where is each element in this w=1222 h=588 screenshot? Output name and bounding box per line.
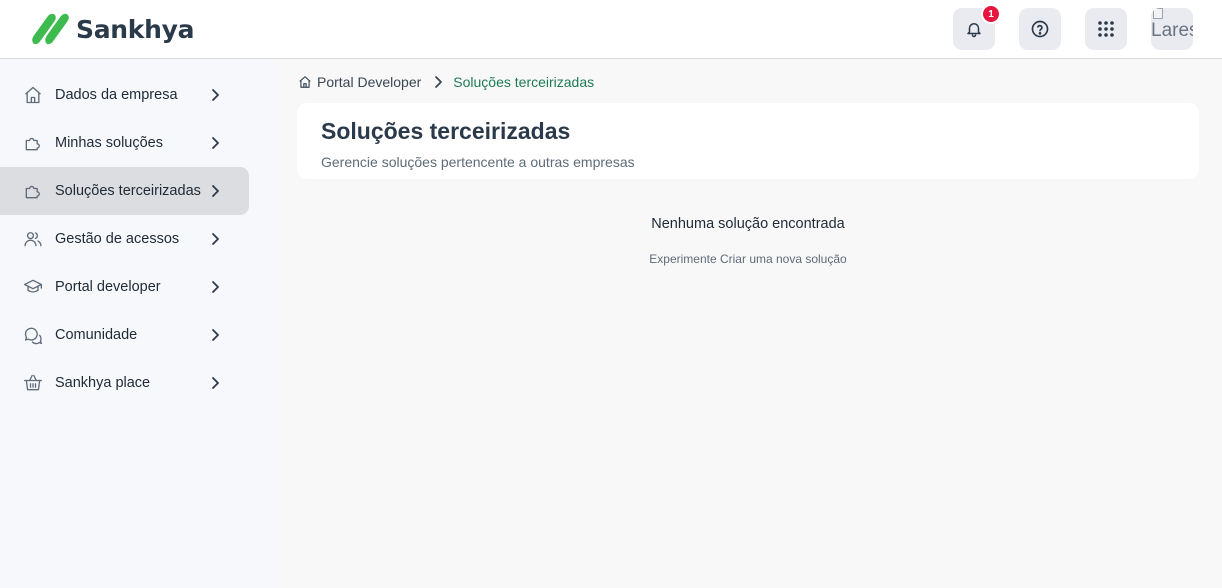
chevron-right-icon xyxy=(212,185,219,197)
bell-icon xyxy=(967,23,981,38)
sidebar-item-gestao-de-acessos[interactable]: Gestão de acessos xyxy=(0,215,249,263)
avatar-alt-text: Lares xyxy=(1151,20,1193,41)
brand-name: Sankhya xyxy=(76,14,195,44)
empty-state-hint: Experimente Criar uma nova solução xyxy=(649,252,847,266)
basket-icon xyxy=(24,374,42,391)
chevron-right-icon xyxy=(212,137,219,149)
sankhya-logo-icon xyxy=(32,13,69,45)
home-icon xyxy=(299,76,311,88)
help-button[interactable] xyxy=(1019,8,1061,50)
users-icon xyxy=(24,232,42,247)
puzzle-icon xyxy=(25,185,40,199)
sidebar-item-label: Portal developer xyxy=(55,279,161,295)
chevron-right-icon xyxy=(212,377,219,389)
breadcrumb: Portal Developer Soluções terceirizadas xyxy=(298,73,594,91)
user-avatar[interactable]: Lares xyxy=(1151,8,1193,50)
sidebar-item-label: Soluções terceirizadas xyxy=(55,183,201,199)
chat-bubbles-icon xyxy=(24,327,42,345)
chevron-right-icon xyxy=(212,281,219,293)
sidebar-item-label: Comunidade xyxy=(55,327,138,343)
page-header-card: Soluções terceirizadas Gerencie soluções… xyxy=(297,103,1199,179)
sidebar-item-label: Gestão de acessos xyxy=(55,231,180,247)
notification-count-badge: 1 xyxy=(981,4,1001,24)
sidebar: Dados da empresa Minhas soluções Soluçõe… xyxy=(0,59,274,588)
chevron-right-icon xyxy=(435,76,443,88)
home-icon xyxy=(25,86,41,104)
broken-image-icon xyxy=(1153,8,1163,19)
graduation-cap-icon xyxy=(24,279,42,293)
sidebar-item-solucoes-terceirizadas[interactable]: Soluções terceirizadas xyxy=(0,167,249,215)
sidebar-item-dados-da-empresa[interactable]: Dados da empresa xyxy=(0,71,249,119)
chevron-right-icon xyxy=(212,89,219,101)
main-content: Portal Developer Soluções terceirizadas … xyxy=(274,59,1222,588)
sankhya-logo[interactable]: Sankhya xyxy=(28,10,194,48)
empty-state-title: Nenhuma solução encontrada xyxy=(651,216,845,232)
help-circle-icon xyxy=(1031,20,1049,38)
sidebar-item-minhas-solucoes[interactable]: Minhas soluções xyxy=(0,119,249,167)
chevron-right-icon xyxy=(212,329,219,341)
notifications-button[interactable]: 1 xyxy=(953,4,1001,50)
page-subtitle: Gerencie soluções pertencente a outras e… xyxy=(321,154,635,170)
sidebar-item-sankhya-place[interactable]: Sankhya place xyxy=(0,359,249,407)
puzzle-icon xyxy=(25,137,40,151)
sidebar-item-portal-developer[interactable]: Portal developer xyxy=(0,263,249,311)
page-title: Soluções terceirizadas xyxy=(321,118,571,144)
grid-dots-icon xyxy=(1098,21,1114,37)
sidebar-item-label: Dados da empresa xyxy=(55,87,178,103)
breadcrumb-portal-developer-link[interactable]: Portal Developer xyxy=(317,74,421,90)
top-bar: Sankhya 1 Lares xyxy=(0,0,1222,59)
chevron-right-icon xyxy=(212,233,219,245)
apps-grid-button[interactable] xyxy=(1085,8,1127,50)
breadcrumb-current: Soluções terceirizadas xyxy=(453,74,595,90)
sidebar-item-label: Minhas soluções xyxy=(55,135,163,151)
sidebar-item-comunidade[interactable]: Comunidade xyxy=(0,311,249,359)
sidebar-item-label: Sankhya place xyxy=(55,375,151,391)
